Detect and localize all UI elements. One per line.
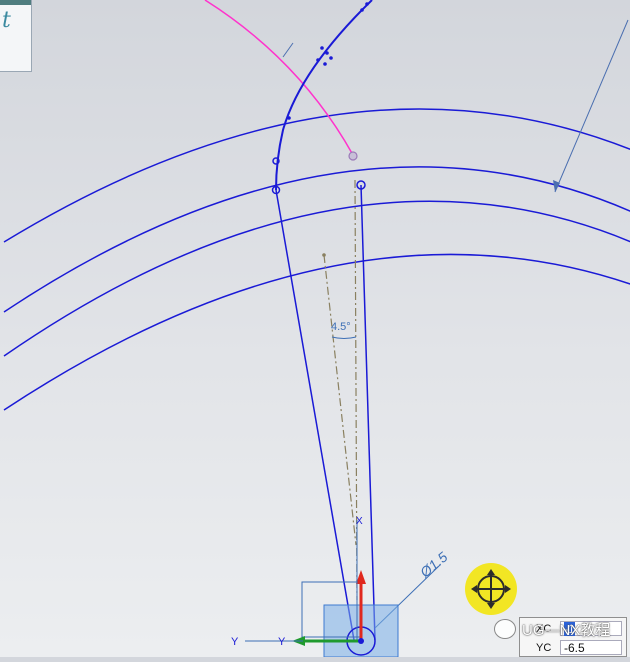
involute-spline[interactable] — [275, 0, 373, 191]
sketch-canvas[interactable]: 4.5° Ø1.5 X Y Y — [0, 0, 630, 658]
triad-origin[interactable] — [358, 638, 364, 644]
tooth-flank-right[interactable] — [360, 184, 376, 641]
sketch-arc-3[interactable] — [3, 200, 630, 357]
triad-x-label: X — [356, 516, 363, 527]
yc-field[interactable]: -6.5 — [560, 640, 622, 655]
centerline-end-point — [322, 253, 326, 257]
move-cursor-icon — [465, 563, 517, 615]
spline-points — [287, 2, 369, 120]
triad-y-label: Y — [231, 636, 239, 648]
sketch-arc-inner[interactable] — [3, 253, 630, 411]
watermark: UG—NX教程 — [494, 618, 610, 640]
dialog-glyph: t — [2, 8, 11, 33]
radius-leader — [282, 42, 294, 58]
yc-label: YC — [536, 642, 552, 654]
sketch-arc-2[interactable] — [3, 166, 630, 313]
point-magenta-end[interactable] — [348, 151, 358, 161]
reference-arc-magenta[interactable] — [204, 0, 354, 156]
dialog-panel-edge[interactable]: t — [0, 0, 32, 72]
angle-dimension-label[interactable]: 4.5° — [331, 321, 351, 333]
watermark-text: UG—NX教程 — [522, 621, 611, 639]
graphics-window[interactable]: 4.5° Ø1.5 X Y Y t XC -1 YC -6.5 UG—NX教程 — [0, 0, 630, 658]
leader-line — [554, 19, 629, 193]
diameter-dimension-label[interactable]: Ø1.5 — [416, 548, 450, 581]
triad-y2-label: Y — [278, 636, 286, 648]
angle-dimension-arc[interactable] — [331, 336, 357, 339]
yc-row[interactable]: YC -6.5 — [520, 639, 626, 657]
centerline-1 — [323, 254, 357, 546]
sketch-arc-outer[interactable] — [3, 108, 630, 243]
tooth-flank-left[interactable] — [275, 189, 355, 641]
chat-icon — [494, 619, 516, 639]
